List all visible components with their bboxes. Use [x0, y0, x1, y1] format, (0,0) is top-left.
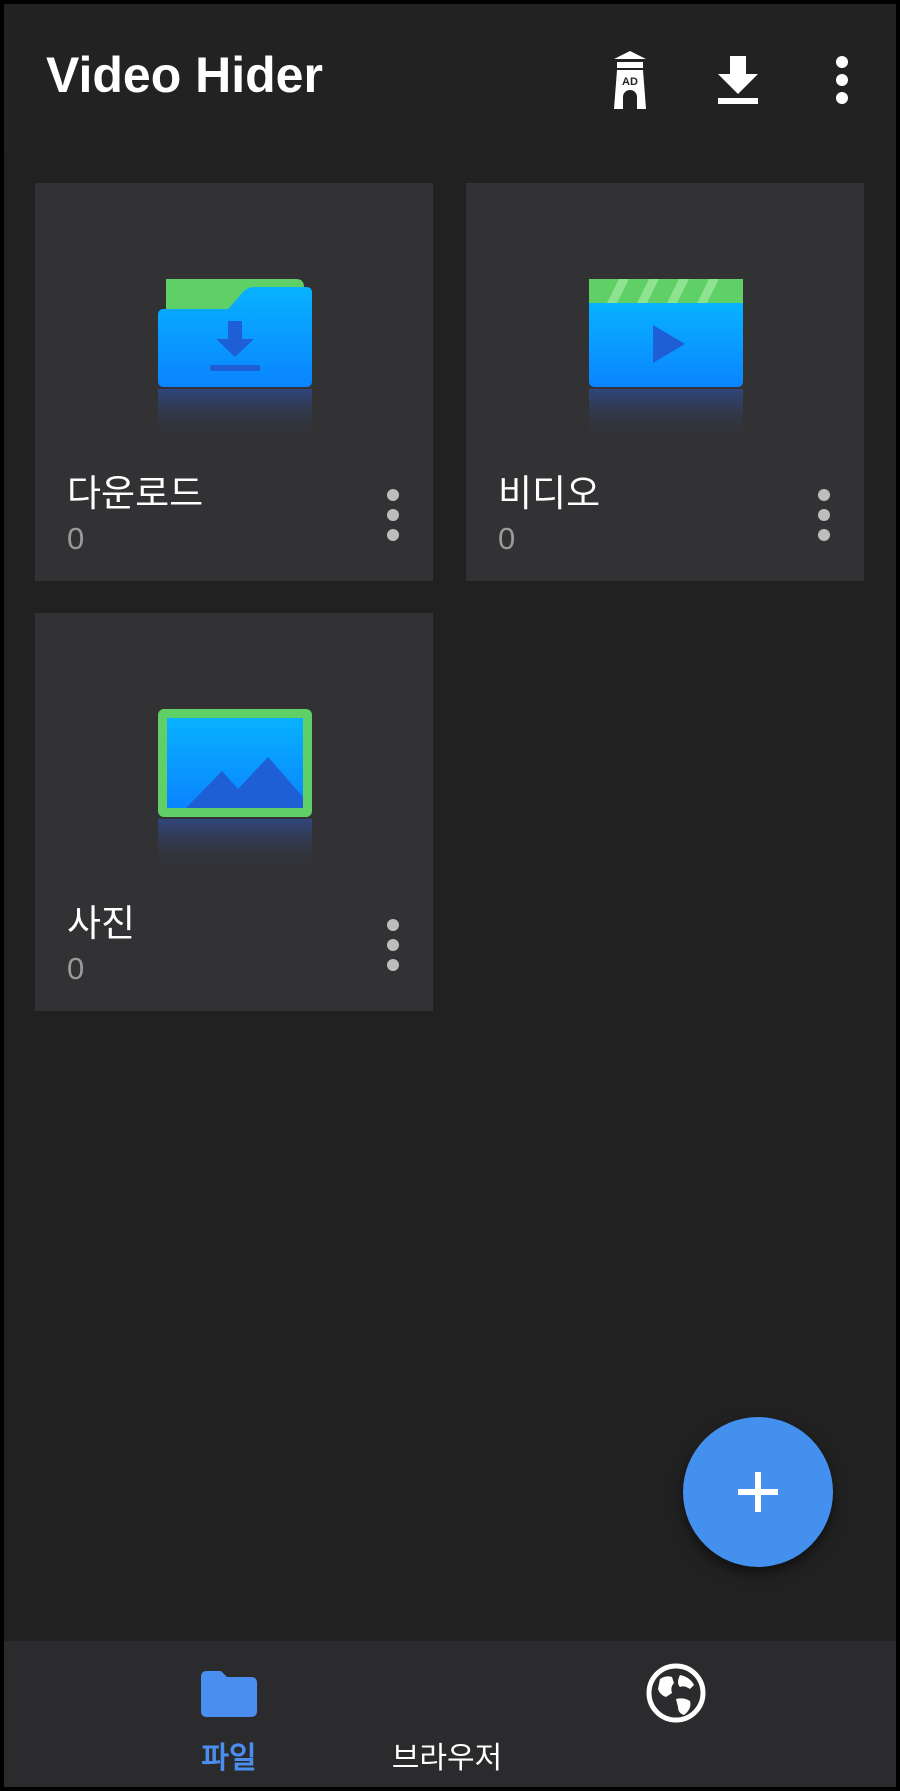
ad-icon-text: AD	[622, 76, 638, 88]
app-title: Video Hider	[46, 47, 323, 103]
dot	[387, 919, 399, 931]
dot	[387, 939, 399, 951]
dot	[387, 529, 399, 541]
video-folder-icon	[589, 279, 743, 443]
download-folder-icon	[158, 279, 312, 443]
more-vert-icon	[836, 56, 848, 104]
folder-count: 0	[67, 521, 85, 556]
photo-folder-icon	[158, 709, 312, 873]
folder-icon	[201, 1671, 257, 1717]
bottom-navigation: 파일 브라우저	[4, 1641, 896, 1787]
dot	[818, 509, 830, 521]
folder-title: 사진	[67, 902, 136, 945]
more-options-button[interactable]	[810, 48, 874, 112]
folder-count: 0	[498, 521, 516, 556]
folder-title: 다운로드	[67, 472, 204, 515]
dot	[818, 529, 830, 541]
folder-menu-button[interactable]	[804, 485, 844, 545]
folder-card-photos[interactable]: 사진 0	[35, 613, 433, 1011]
folder-title: 비디오	[498, 472, 601, 515]
ad-lighthouse-icon: AD	[614, 51, 646, 109]
folder-card-downloads[interactable]: 다운로드 0	[35, 183, 433, 581]
download-button[interactable]	[706, 48, 770, 112]
nav-label-browser: 브라우저	[391, 1741, 503, 1776]
folder-menu-button[interactable]	[373, 485, 413, 545]
download-icon	[718, 56, 758, 104]
plus-icon	[738, 1472, 778, 1512]
folder-card-video[interactable]: 비디오 0	[466, 183, 864, 581]
app-screen: Video Hider AD 다운로드 0 비디오 0 사진 0 파일 브라우저	[4, 4, 896, 1787]
dot	[387, 509, 399, 521]
nav-item-browser[interactable]: 브라우저	[392, 1641, 896, 1787]
dot	[387, 489, 399, 501]
ad-lighthouse-button[interactable]: AD	[598, 48, 662, 112]
app-bar: Video Hider AD	[4, 4, 896, 152]
folder-menu-button[interactable]	[373, 915, 413, 975]
dot	[818, 489, 830, 501]
folder-count: 0	[67, 951, 85, 986]
add-fab-button[interactable]	[683, 1417, 833, 1567]
dot	[387, 959, 399, 971]
globe-icon	[646, 1663, 706, 1723]
